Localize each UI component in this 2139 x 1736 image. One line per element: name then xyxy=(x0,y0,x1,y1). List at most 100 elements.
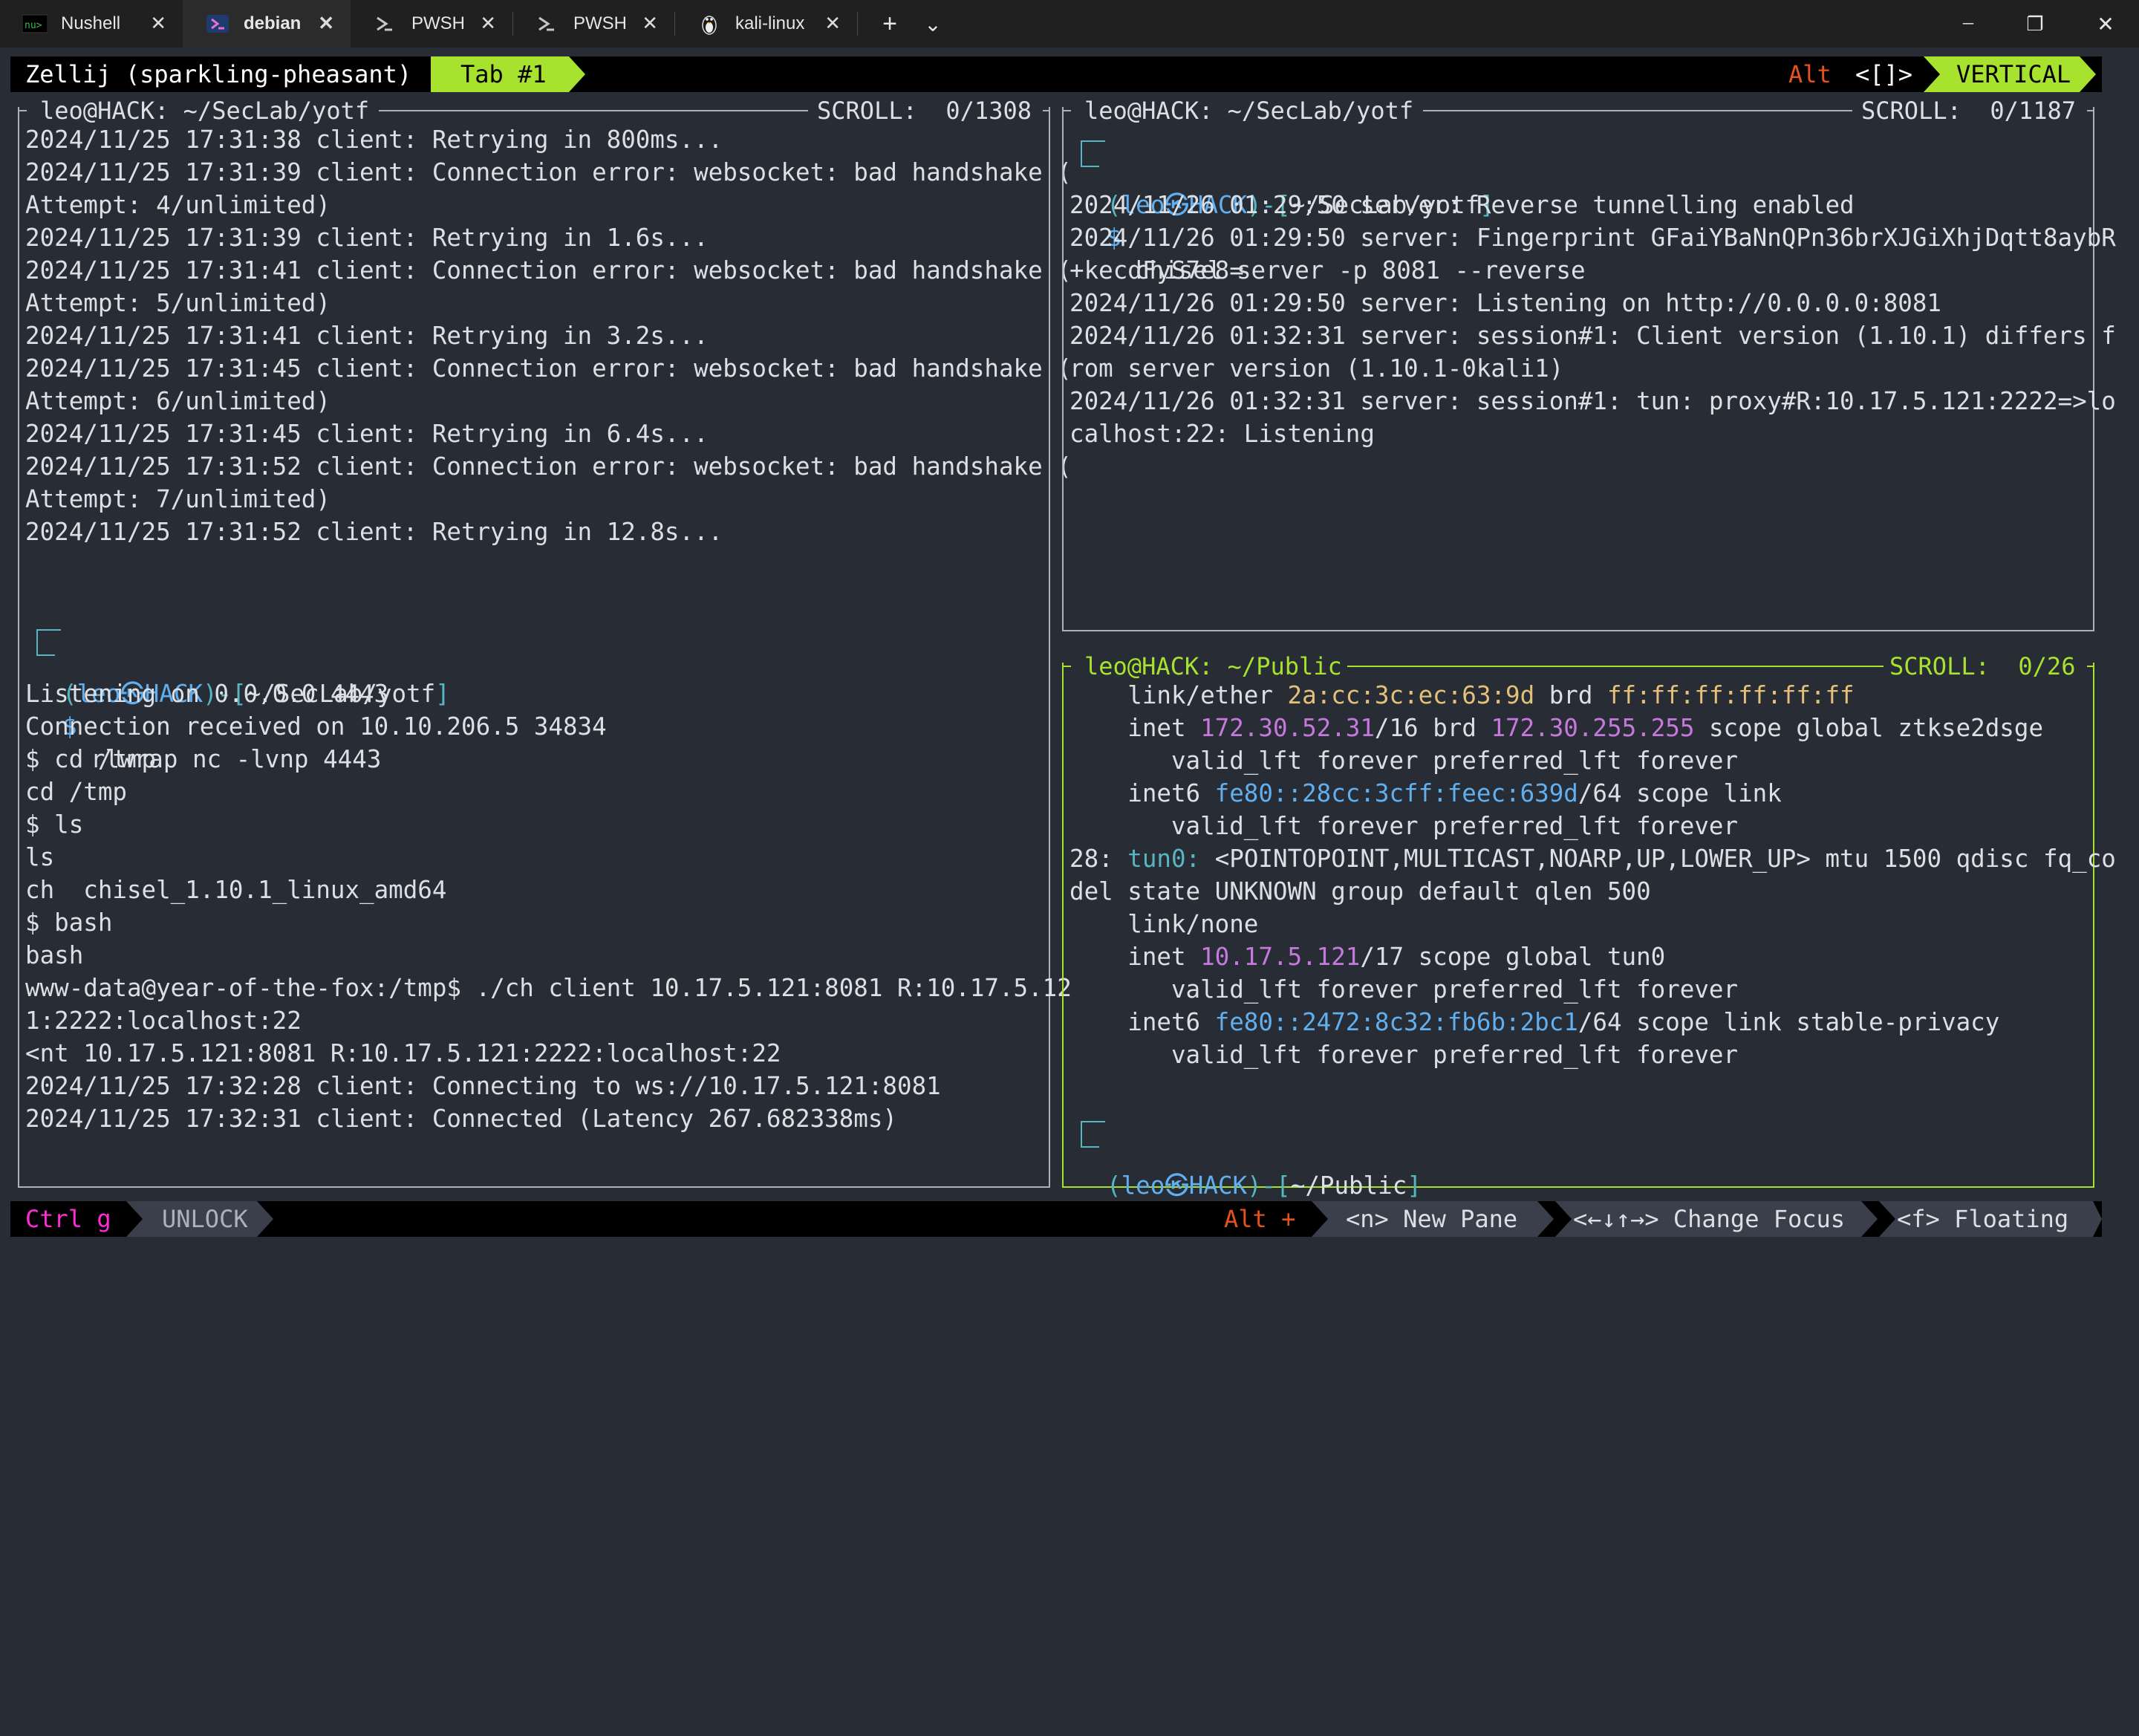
pane-right-bottom-focused[interactable]: leo@HACK: ~/Public SCROLL: 0/26 link/eth… xyxy=(1062,654,2116,1232)
output-line: 2024/11/26 01:29:50 server: Listening on… xyxy=(1070,289,1941,317)
output-line: 2024/11/25 17:31:45 client: Retrying in … xyxy=(25,420,709,448)
restore-button[interactable]: ❐ xyxy=(2005,0,2065,48)
alt-bracket-hint: <[]> xyxy=(1855,60,1913,88)
tab-debian[interactable]: debian ✕ xyxy=(183,0,351,48)
svg-text:nu>: nu> xyxy=(25,20,42,31)
tab-label: Nushell xyxy=(61,13,121,33)
mode-indicator: VERTICAL xyxy=(1941,56,2080,92)
output-line: calhost:22: Listening xyxy=(1070,420,1375,448)
debian-icon xyxy=(205,13,230,34)
powerline-separator xyxy=(257,1201,273,1237)
powerline-separator xyxy=(1555,1201,1573,1237)
output-line: valid_lft forever preferred_lft forever xyxy=(1070,812,1739,840)
output-line: valid_lft forever preferred_lft forever xyxy=(1070,747,1739,775)
tab-pwsh-2[interactable]: PWSH ✕ xyxy=(512,0,674,48)
close-icon[interactable]: ✕ xyxy=(318,12,334,34)
output-line: inet6 fe80::2472:8c32:fb6b:2bc1/64 scope… xyxy=(1070,1008,2000,1036)
prompt-host: HACK xyxy=(1188,1171,1248,1200)
tab-label: PWSH xyxy=(411,13,465,33)
nushell-icon: nu> xyxy=(22,13,48,34)
output-line: $ ls xyxy=(25,810,84,839)
output-line: 2024/11/25 17:31:45 client: Connection e… xyxy=(25,354,1072,383)
output-line: 2024/11/25 17:31:41 client: Connection e… xyxy=(25,256,1072,285)
output-line: 2024/11/25 17:31:39 client: Retrying in … xyxy=(25,224,709,252)
output-line: Attempt: 7/unlimited) xyxy=(25,485,331,513)
minimize-button[interactable]: ─ xyxy=(1938,0,1998,48)
tab-label: PWSH xyxy=(573,13,627,33)
tab-nushell[interactable]: nu> Nushell ✕ xyxy=(0,0,183,48)
scroll-indicator: SCROLL: 0/1308 xyxy=(817,97,1032,125)
output-line: 2024/11/25 17:32:31 client: Connected (L… xyxy=(25,1105,897,1133)
output-line: $ cd /tmp xyxy=(25,745,157,773)
close-icon[interactable]: ✕ xyxy=(824,12,841,34)
output-line: inet 172.30.52.31/16 brd 172.30.255.255 … xyxy=(1070,714,2044,742)
change-focus-hint[interactable]: <←↓↑→> Change Focus xyxy=(1573,1201,1861,1237)
session-name: Zellij (sparkling-pheasant) xyxy=(25,60,412,88)
new-pane-hint[interactable]: <n> New Pane xyxy=(1329,1201,1537,1237)
powerline-separator xyxy=(2080,56,2096,92)
ctrl-g-key: Ctrl g xyxy=(25,1205,111,1233)
tab-1[interactable]: Tab #1 xyxy=(431,56,569,92)
tab-pwsh-1[interactable]: PWSH ✕ xyxy=(351,0,512,48)
output-line: rom server version (1.10.1-0kali1) xyxy=(1070,354,1564,383)
powershell-icon xyxy=(373,13,398,34)
pane-title-bar: leo@HACK: ~/SecLab/yotf SCROLL: 0/1308 xyxy=(18,97,1050,125)
output-line: Attempt: 6/unlimited) xyxy=(25,387,331,415)
powerline-separator xyxy=(1537,1201,1554,1237)
output-line: inet6 fe80::28cc:3cff:feec:639d/64 scope… xyxy=(1070,779,1782,807)
linux-tux-icon xyxy=(697,13,722,35)
pane-title: leo@HACK: ~/SecLab/yotf xyxy=(40,97,370,125)
unlock-mode[interactable]: UNLOCK xyxy=(144,1201,257,1237)
output-line: www-data@year-of-the-fox:/tmp$ ./ch clie… xyxy=(25,974,1072,1002)
pane-left[interactable]: leo@HACK: ~/SecLab/yotf SCROLL: 0/1308 2… xyxy=(18,99,1072,1188)
output-line: 2024/11/25 17:32:28 client: Connecting t… xyxy=(25,1072,941,1100)
close-icon[interactable]: ✕ xyxy=(150,12,166,34)
powerline-separator xyxy=(2093,1201,2102,1237)
alt-key-label: Alt xyxy=(1788,60,1832,88)
output-line: 2024/11/26 01:29:50 server: Fingerprint … xyxy=(1070,224,2116,252)
prompt-line-2: $ rlwrap nc -lvnp 4443 xyxy=(33,637,381,773)
pane-title: leo@HACK: ~/SecLab/yotf xyxy=(1084,97,1414,125)
kali-skull-icon: ㉿ xyxy=(1165,1171,1189,1200)
output-line: $ bash xyxy=(25,908,113,937)
scroll-indicator: SCROLL: 0/26 xyxy=(1889,652,2076,680)
output-line: valid_lft forever preferred_lft forever xyxy=(1070,1041,1739,1069)
output-line: ls xyxy=(25,843,55,871)
output-line: Attempt: 5/unlimited) xyxy=(25,289,331,317)
output-line: +kecdFyS7e8= xyxy=(1070,256,1244,285)
output-line: 2024/11/26 01:32:31 server: session#1: C… xyxy=(1070,322,2116,350)
tab-label: debian xyxy=(244,13,302,33)
alt-plus-key: Alt + xyxy=(1224,1205,1296,1233)
pane-right-top[interactable]: leo@HACK: ~/SecLab/yotf SCROLL: 0/1187 (… xyxy=(1062,99,2116,631)
powerline-separator xyxy=(569,56,585,92)
scroll-indicator: SCROLL: 0/1187 xyxy=(1861,97,2076,125)
powerline-separator xyxy=(1924,56,1941,92)
tab-divider xyxy=(857,12,858,36)
output-line: 2024/11/25 17:31:52 client: Connection e… xyxy=(25,452,1072,481)
pane-title-bar: leo@HACK: ~/SecLab/yotf SCROLL: 0/1187 xyxy=(1062,97,2094,125)
tab-kali-linux[interactable]: kali-linux ✕ xyxy=(674,0,857,48)
output-line: inet 10.17.5.121/17 scope global tun0 xyxy=(1070,943,1666,971)
output-line: 2024/11/25 17:31:52 client: Retrying in … xyxy=(25,518,723,546)
output-line: 2024/11/25 17:31:39 client: Connection e… xyxy=(25,158,1072,186)
tab-dropdown-button[interactable]: ⌄ xyxy=(915,0,951,48)
powerline-separator xyxy=(1312,1201,1329,1237)
output-line: link/ether 2a:cc:3c:ec:63:9d brd ff:ff:f… xyxy=(1070,681,1855,709)
pane-title-bar: leo@HACK: ~/Public SCROLL: 0/26 xyxy=(1062,652,2094,680)
zellij-top-bar: Zellij (sparkling-pheasant) Tab #1 Alt <… xyxy=(10,56,2102,92)
output-line: bash xyxy=(25,941,84,969)
window-titlebar: nu> Nushell ✕ debian ✕ PWSH ✕ PWSH ✕ kal… xyxy=(0,0,2139,48)
new-tab-button[interactable]: + xyxy=(872,0,908,48)
output-line: 2024/11/25 17:31:41 client: Retrying in … xyxy=(25,322,709,350)
output-line: ch chisel_1.10.1_linux_amd64 xyxy=(25,876,447,904)
prompt-line-2: $ chisel server -p 8081 --reverse xyxy=(1077,149,1586,285)
output-line: 2024/11/25 17:31:38 client: Retrying in … xyxy=(25,126,723,154)
output-line: Listening on 0.0.0.0 4443 xyxy=(25,680,389,708)
pane-title: leo@HACK: ~/Public xyxy=(1084,652,1342,680)
close-icon[interactable]: ✕ xyxy=(642,12,658,34)
prompt-line-2[interactable]: $ xyxy=(1077,1129,1135,1232)
floating-hint[interactable]: <f> Floating xyxy=(1897,1201,2093,1237)
output-line: valid_lft forever preferred_lft forever xyxy=(1070,975,1739,1004)
close-window-button[interactable]: ✕ xyxy=(2072,0,2139,48)
close-icon[interactable]: ✕ xyxy=(480,12,496,34)
